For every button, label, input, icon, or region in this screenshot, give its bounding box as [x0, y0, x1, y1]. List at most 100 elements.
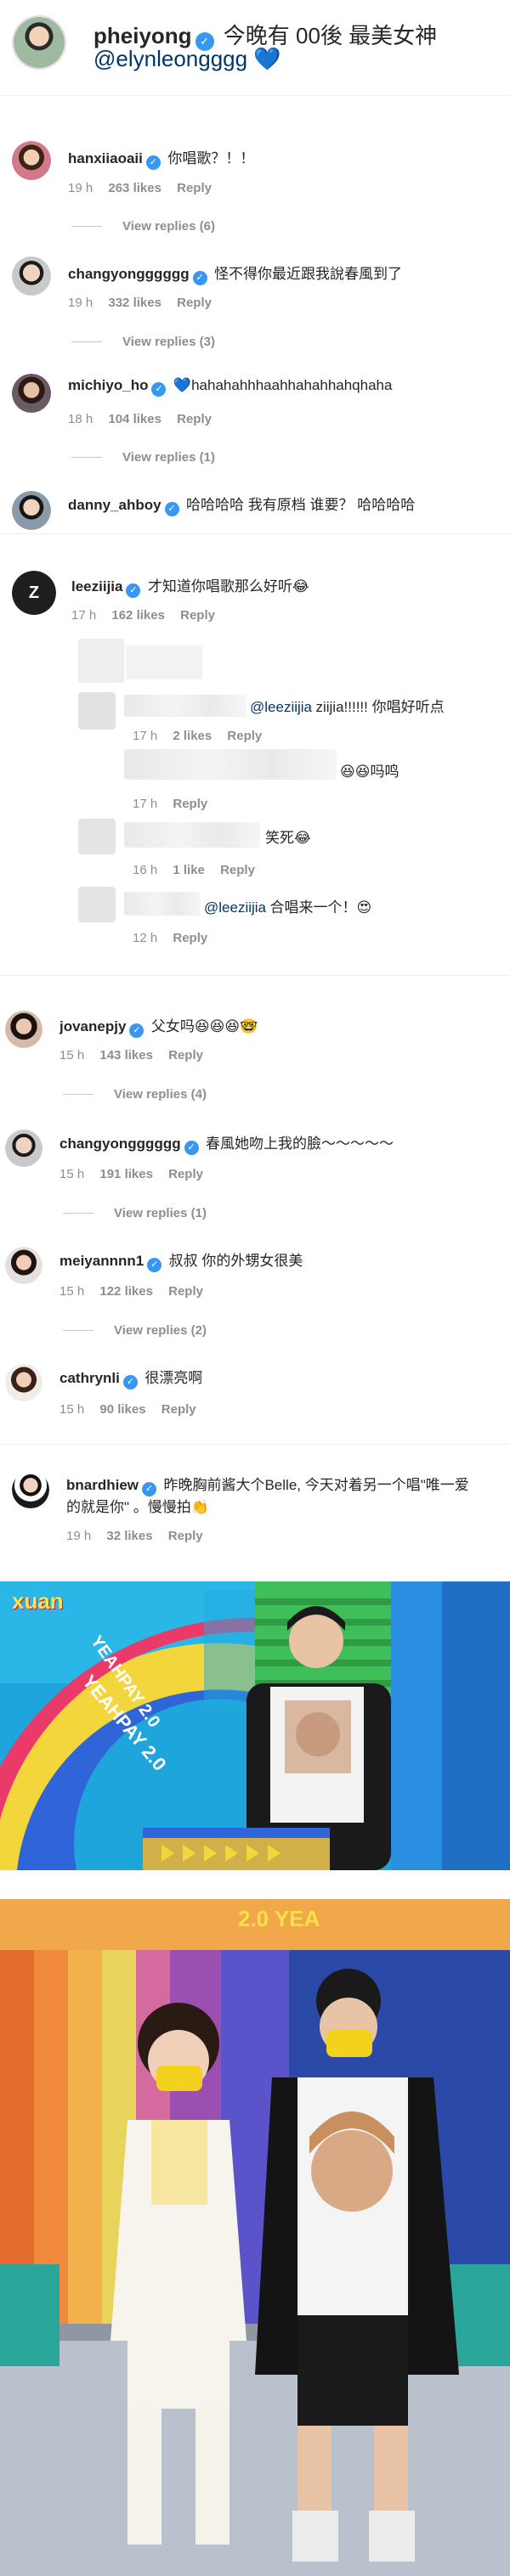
reply-button[interactable]: Reply [227, 729, 262, 743]
comment-username[interactable]: danny_ahboy [68, 497, 162, 513]
comment-time: 19 h [68, 296, 94, 310]
comment-row: leeziijia ✓ 才知道你唱歌那么好听😂 [71, 574, 309, 598]
comment-username[interactable]: changyongggggg [68, 266, 190, 282]
view-replies-button[interactable]: View replies (1) [71, 450, 215, 465]
reply-username[interactable] [124, 695, 246, 717]
reply-button[interactable]: Reply [168, 1529, 203, 1543]
reply-text: 合唱来一个！😍 [269, 899, 372, 916]
blurred-username [126, 645, 202, 679]
reply-mention-link[interactable]: @leeziijia [204, 899, 266, 916]
comment-divider [0, 533, 510, 534]
comment-likes[interactable]: 104 likes [108, 412, 162, 426]
reply-meta: 12 h Reply [133, 931, 207, 945]
reply-username[interactable] [124, 892, 201, 916]
view-replies-button[interactable]: View replies (3) [71, 335, 215, 349]
comment-likes[interactable]: 263 likes [108, 181, 162, 195]
reply-avatar[interactable] [78, 887, 116, 922]
reply-likes[interactable]: 2 likes [173, 729, 212, 743]
comment-avatar[interactable] [5, 1247, 42, 1284]
comment-username[interactable]: meiyannnn1 [60, 1253, 144, 1269]
reply-button[interactable]: Reply [168, 1167, 203, 1181]
reply-button[interactable]: Reply [177, 412, 212, 426]
verified-badge-icon: ✓ [151, 382, 167, 397]
comment-row: changyongggggg ✓ 怪不得你最近跟我說春風到了 [68, 262, 402, 285]
comment-meta: 19 h 263 likes Reply [68, 181, 212, 195]
reply-likes[interactable]: 1 like [173, 863, 205, 877]
reply-button[interactable]: Reply [173, 931, 207, 945]
comment-avatar[interactable] [5, 1011, 42, 1048]
comment-divider [0, 1444, 510, 1445]
comment-likes[interactable]: 90 likes [99, 1402, 145, 1417]
view-replies-label: View replies (4) [114, 1087, 207, 1102]
view-replies-button[interactable]: View replies (1) [63, 1206, 207, 1220]
reply-row: @leeziijia ziijia!!!!!! 你唱好听点 [250, 695, 445, 716]
comment-likes[interactable]: 143 likes [99, 1048, 153, 1063]
comment-avatar[interactable] [12, 256, 51, 296]
comment-row: bnardhiew ✓ 昨晚胸前酱大个Belle, 今天对着另一个唱"唯一爱 [66, 1473, 469, 1497]
reply-username[interactable] [124, 749, 337, 780]
post-author-avatar[interactable] [12, 15, 66, 70]
verified-badge-icon: ✓ [184, 1141, 199, 1155]
comment-divider [0, 975, 510, 976]
comment-username[interactable]: cathrynli [60, 1370, 120, 1386]
reply-meta: 17 h Reply [133, 797, 207, 811]
comment-meta: 19 h 332 likes Reply [68, 296, 212, 310]
comment-text: 才知道你唱歌那么好听😂 [147, 578, 309, 595]
reply-button[interactable]: Reply [180, 608, 215, 623]
comment-meta: 15 h 90 likes Reply [60, 1402, 196, 1417]
reply-button[interactable]: Reply [168, 1284, 203, 1299]
comment-avatar[interactable] [12, 1471, 49, 1508]
view-replies-label: View replies (6) [122, 219, 215, 234]
xuan-logo: xuan [12, 1588, 64, 1614]
comment-username[interactable]: michiyo_ho [68, 377, 148, 393]
view-replies-button[interactable]: View replies (6) [71, 219, 215, 234]
reply-meta: 17 h 2 likes Reply [133, 729, 262, 743]
post-photo-2[interactable]: 2.0 YEA [0, 1899, 510, 2576]
comment-meta: 17 h 162 likes Reply [71, 608, 215, 623]
comment-text-cont: 的就是你" 。慢慢拍👏 [66, 1499, 209, 1515]
view-replies-label: View replies (1) [122, 450, 215, 465]
reply-button[interactable]: Reply [162, 1402, 196, 1417]
heart-icon: 💙 [253, 46, 281, 71]
view-replies-button[interactable]: View replies (4) [63, 1087, 207, 1102]
comment-likes[interactable]: 32 likes [106, 1529, 152, 1543]
comment-username[interactable]: hanxiiaoaii [68, 150, 143, 166]
comment-likes[interactable]: 191 likes [99, 1167, 153, 1181]
comment-likes[interactable]: 122 likes [99, 1284, 153, 1299]
reply-button[interactable]: Reply [177, 181, 212, 195]
post-mention-link[interactable]: @elynleongggg [94, 46, 247, 71]
post-photo-1[interactable]: YEAHPAY 2.0 xuan YEAHPAY 2.0 [0, 1581, 510, 1870]
comment-meta: 19 h 32 likes Reply [66, 1529, 203, 1543]
reply-text: 😆😆吗鸣 [340, 764, 400, 780]
comment-username[interactable]: changyongggggg [60, 1136, 181, 1152]
reply-button[interactable]: Reply [173, 797, 207, 811]
comment-avatar[interactable] [5, 1364, 42, 1401]
comment-avatar[interactable] [5, 1130, 42, 1167]
reply-avatar[interactable] [78, 692, 116, 730]
comment-likes[interactable]: 332 likes [108, 296, 162, 310]
reply-mention-link[interactable]: @leeziijia [250, 699, 312, 715]
comment-avatar[interactable]: Z [12, 571, 56, 615]
comment-avatar[interactable] [12, 491, 51, 530]
reply-text: 笑死😂 [265, 830, 311, 846]
reply-time: 12 h [133, 931, 158, 945]
view-replies-button[interactable]: View replies (2) [63, 1323, 207, 1338]
banner-text-2: 2.0 YEA [238, 1906, 320, 1931]
verified-badge-icon: ✓ [147, 1258, 162, 1272]
comment-likes[interactable]: 162 likes [111, 608, 165, 623]
comment-text: 你唱歌？！！ [167, 150, 255, 166]
post-author-username[interactable]: pheiyong [94, 23, 192, 48]
reply-row: @leeziijia 合唱来一个！😍 [204, 895, 371, 916]
reply-username[interactable] [124, 822, 260, 848]
comment-username[interactable]: jovanepjy [60, 1018, 126, 1034]
comment-text: 💙hahahahhhaahhahahhahqhaha [173, 377, 393, 393]
comment-username[interactable]: bnardhiew [66, 1477, 139, 1493]
reply-button[interactable]: Reply [177, 296, 212, 310]
comment-meta: 15 h 191 likes Reply [60, 1167, 203, 1181]
reply-avatar[interactable] [78, 819, 116, 854]
comment-username[interactable]: leeziijia [71, 578, 122, 595]
comment-avatar[interactable] [12, 374, 51, 413]
reply-button[interactable]: Reply [220, 863, 255, 877]
comment-avatar[interactable] [12, 141, 51, 180]
reply-button[interactable]: Reply [168, 1048, 203, 1063]
